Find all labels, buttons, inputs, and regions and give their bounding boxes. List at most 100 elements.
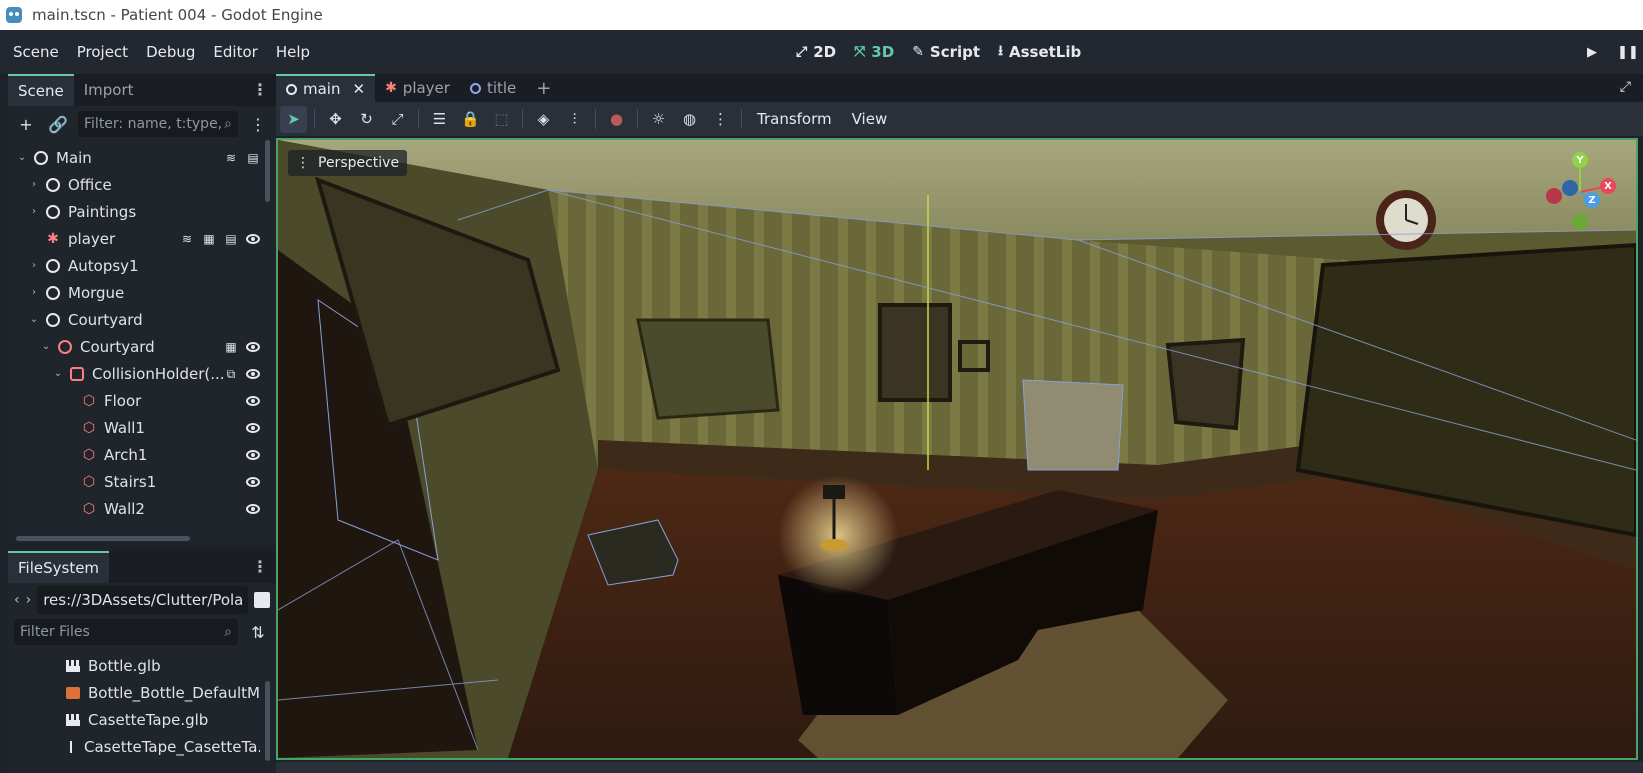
split-mode-icon[interactable]	[254, 592, 270, 608]
tree-node[interactable]: ⬡ Wall2	[8, 495, 260, 522]
fs-vscrollbar[interactable]	[265, 681, 270, 761]
tree-node[interactable]: › Office	[8, 171, 260, 198]
tree-node[interactable]: ⌄ Courtyard	[8, 306, 260, 333]
menu-project[interactable]: Project	[68, 43, 137, 61]
tree-node[interactable]: ⌄ Main ≋ ▤	[8, 144, 260, 171]
close-icon[interactable]: ✕	[352, 80, 365, 98]
3d-viewport[interactable]: ⋮ Perspective Y X Z	[276, 138, 1638, 760]
visibility-eye-icon[interactable]	[246, 449, 260, 460]
group-icon[interactable]: ⬚	[488, 106, 515, 133]
play-icon[interactable]: ▶	[1577, 38, 1607, 66]
sun-preview-icon[interactable]: ☼	[645, 106, 672, 133]
visibility-eye-icon[interactable]	[246, 233, 260, 244]
tree-node[interactable]: ⬡ Arch1	[8, 441, 260, 468]
snap-icon[interactable]: ⫶	[561, 106, 588, 133]
chevron-right-icon[interactable]: ›	[28, 287, 40, 298]
file-item[interactable]: Bottle_Bottle_DefaultM...	[8, 679, 260, 706]
tab-import[interactable]: Import	[74, 74, 144, 106]
gizmo-x-icon[interactable]: X	[1600, 178, 1616, 194]
move-tool-icon[interactable]: ✥	[322, 106, 349, 133]
tree-node[interactable]: ✱ player ≋ ▦ ▤	[8, 225, 260, 252]
dock-menu-icon[interactable]: ⋮	[252, 82, 268, 98]
clapper-icon[interactable]: ▦	[224, 340, 238, 354]
tab-scene[interactable]: Scene	[8, 74, 74, 106]
visibility-eye-icon[interactable]	[246, 476, 260, 487]
view-gizmo[interactable]: Y X Z	[1540, 152, 1620, 232]
script-icon[interactable]: ▤	[246, 151, 260, 165]
perspective-menu-button[interactable]: ⋮ Perspective	[288, 150, 408, 176]
forward-icon[interactable]: ›	[26, 592, 32, 608]
visibility-eye-icon[interactable]	[246, 395, 260, 406]
sort-icon[interactable]: ⇅	[246, 620, 270, 644]
scene-filter-input[interactable]	[84, 116, 224, 132]
visibility-eye-icon[interactable]	[246, 422, 260, 433]
list-select-icon[interactable]: ☰	[426, 106, 453, 133]
select-tool-icon[interactable]: ➤	[280, 105, 307, 133]
signal-icon[interactable]: ≋	[224, 151, 238, 165]
chevron-down-icon[interactable]: ⌄	[40, 341, 52, 352]
tree-node[interactable]: ⬡ Wall1	[8, 414, 260, 441]
visibility-eye-icon[interactable]	[246, 368, 260, 379]
add-node-icon[interactable]: +	[14, 112, 38, 136]
tab-title[interactable]: title	[460, 74, 526, 102]
file-item[interactable]: CasetteTape.glb	[8, 706, 260, 733]
chevron-down-icon[interactable]: ⌄	[28, 314, 40, 325]
file-item[interactable]: Bottle.glb	[8, 652, 260, 679]
workspace-assetlib-button[interactable]: ⭳ AssetLib	[998, 40, 1081, 64]
gizmo-y-icon[interactable]: Y	[1572, 152, 1588, 168]
visibility-eye-icon[interactable]	[246, 503, 260, 514]
gizmo-neg-y-icon[interactable]	[1572, 214, 1588, 230]
tree-node[interactable]: › Autopsy1	[8, 252, 260, 279]
tree-node[interactable]: › Morgue	[8, 279, 260, 306]
tab-player[interactable]: ✱ player	[375, 74, 460, 102]
clapper-icon[interactable]: ▦	[202, 232, 216, 246]
tree-node[interactable]: ⬡ Stairs1	[8, 468, 260, 495]
chevron-right-icon[interactable]: ›	[28, 179, 40, 190]
transform-menu[interactable]: Transform	[749, 110, 840, 128]
pause-icon[interactable]: ❚❚	[1613, 38, 1643, 66]
chevron-right-icon[interactable]: ›	[28, 260, 40, 271]
tree-node[interactable]: ⌄ CollisionHolder(... ⧉	[8, 360, 260, 387]
scene-options-icon[interactable]: ⋮	[246, 112, 270, 136]
add-tab-icon[interactable]: +	[526, 78, 561, 99]
back-icon[interactable]: ‹	[14, 592, 20, 608]
menu-help[interactable]: Help	[267, 43, 319, 61]
gizmo-z-icon[interactable]: Z	[1584, 192, 1600, 208]
fs-path-field[interactable]: res://3DAssets/Clutter/Pola	[37, 586, 248, 614]
chevron-down-icon[interactable]: ⌄	[52, 368, 64, 379]
workspace-2d-button[interactable]: ⤢ 2D	[796, 43, 836, 61]
lock-icon[interactable]: 🔒	[457, 106, 484, 133]
tab-main[interactable]: main ✕	[276, 74, 376, 102]
gizmo-neg-z-icon[interactable]	[1562, 180, 1578, 196]
view-menu[interactable]: View	[844, 110, 896, 128]
workspace-3d-button[interactable]: ⤧ 3D	[854, 43, 894, 61]
tree-node[interactable]: ⬡ Floor	[8, 387, 260, 414]
workspace-script-button[interactable]: ✎ Script	[912, 43, 980, 61]
signal-icon[interactable]: ≋	[180, 232, 194, 246]
tab-filesystem[interactable]: FileSystem	[8, 551, 110, 583]
visibility-eye-icon[interactable]	[246, 341, 260, 352]
menu-editor[interactable]: Editor	[204, 43, 266, 61]
chevron-right-icon[interactable]: ›	[28, 206, 40, 217]
fs-filter-input[interactable]	[20, 624, 160, 640]
gizmo-neg-x-icon[interactable]	[1546, 188, 1562, 204]
camera-preview-icon[interactable]: ●	[603, 106, 630, 133]
chevron-down-icon[interactable]: ⌄	[16, 152, 28, 163]
file-item[interactable]: CasetteTape_CasetteTa...	[8, 733, 260, 760]
preview-options-icon[interactable]: ⋮	[707, 106, 734, 133]
tree-node[interactable]: › Paintings	[8, 198, 260, 225]
distraction-free-icon[interactable]: ⤢	[1620, 79, 1631, 95]
menu-debug[interactable]: Debug	[137, 43, 204, 61]
environment-preview-icon[interactable]: ◍	[676, 106, 703, 133]
tree-node[interactable]: ⌄ Courtyard ▦	[8, 333, 260, 360]
link-icon[interactable]: 🔗	[46, 112, 70, 136]
local-space-icon[interactable]: ◈	[530, 106, 557, 133]
scene-tree-hscrollbar[interactable]	[16, 536, 190, 541]
fs-menu-icon[interactable]: ⋮	[252, 559, 268, 575]
rotate-tool-icon[interactable]: ↻	[353, 106, 380, 133]
script-icon[interactable]: ▤	[224, 232, 238, 246]
group-icon[interactable]: ⧉	[224, 367, 238, 381]
menu-scene[interactable]: Scene	[0, 43, 68, 61]
scale-tool-icon[interactable]: ⤢	[384, 106, 411, 133]
scene-tree-vscrollbar[interactable]	[265, 140, 270, 202]
